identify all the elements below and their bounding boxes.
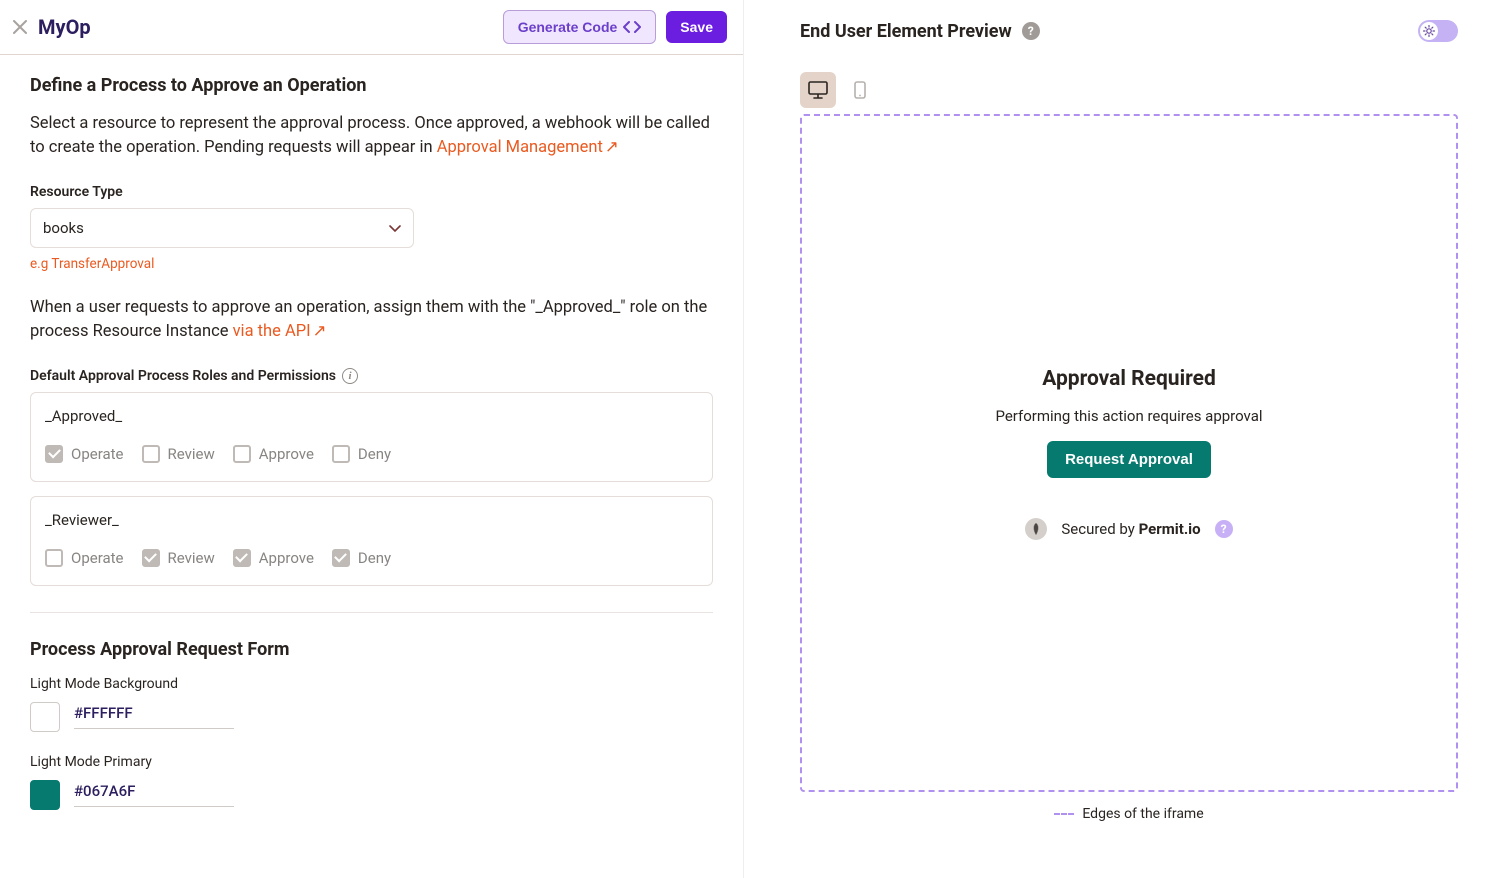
perm-approve[interactable]: Approve [233,445,314,463]
secured-by-row: Secured by Permit.io ? [1025,518,1232,540]
section-form-title: Process Approval Request Form [30,639,713,660]
monitor-icon [808,81,828,99]
resource-type-select[interactable]: books [30,208,414,248]
resource-type-helper: e.g TransferApproval [30,256,713,272]
perm-deny[interactable]: Deny [332,549,391,567]
sun-icon [1420,22,1438,40]
roles-label: Default Approval Process Roles and Permi… [30,368,713,384]
approval-title: Approval Required [1042,367,1216,391]
generate-code-label: Generate Code [518,19,618,35]
checkbox-icon [45,549,63,567]
checkbox-icon [332,549,350,567]
divider [30,612,713,613]
approval-subtitle: Performing this action requires approval [995,407,1262,425]
primary-swatch[interactable] [30,780,60,810]
perm-review[interactable]: Review [142,445,215,463]
close-icon[interactable] [10,17,30,37]
approval-management-link[interactable]: Approval Management ↗ [437,138,619,157]
info-icon[interactable]: i [342,368,358,384]
help-icon[interactable]: ? [1215,520,1233,538]
desktop-tab[interactable] [800,72,836,108]
save-button[interactable]: Save [666,11,727,43]
primary-value[interactable]: #067A6F [74,782,234,807]
perm-operate[interactable]: Operate [45,549,124,567]
mobile-icon [854,81,866,99]
checkbox-icon [233,445,251,463]
preview-iframe: Approval Required Performing this action… [800,114,1458,792]
dash-sample-icon [1054,813,1074,815]
via-api-link[interactable]: via the API ↗ [233,322,327,341]
page-title: MyOp [38,15,503,39]
perm-approve[interactable]: Approve [233,549,314,567]
code-icon [623,20,641,34]
chevron-down-icon [389,219,401,237]
role-box-approved: _Approved_ Operate Review Approve Deny [30,392,713,482]
perm-deny[interactable]: Deny [332,445,391,463]
resource-type-label: Resource Type [30,184,713,200]
intro-text: Select a resource to represent the appro… [30,112,713,160]
permit-brand: Permit.io [1139,520,1201,538]
bg-label: Light Mode Background [30,676,713,692]
resource-type-value: books [43,219,84,237]
checkbox-icon [233,549,251,567]
preview-title: End User Element Preview [800,21,1012,42]
bg-swatch[interactable] [30,702,60,732]
edges-legend: Edges of the iframe [800,806,1458,822]
checkbox-icon [332,445,350,463]
help-icon[interactable]: ? [1022,22,1040,40]
theme-toggle[interactable] [1418,20,1458,42]
mobile-tab[interactable] [842,72,878,108]
section-define-title: Define a Process to Approve an Operation [30,75,713,96]
perm-operate[interactable]: Operate [45,445,124,463]
bg-value[interactable]: #FFFFFF [74,704,234,729]
generate-code-button[interactable]: Generate Code [503,10,657,44]
primary-label: Light Mode Primary [30,754,713,770]
assign-text: When a user requests to approve an opera… [30,296,713,344]
permit-logo-icon [1025,518,1047,540]
checkbox-icon [142,445,160,463]
role-name: _Approved_ [45,407,698,425]
checkbox-icon [45,445,63,463]
role-name: _Reviewer_ [45,511,698,529]
checkbox-icon [142,549,160,567]
request-approval-button[interactable]: Request Approval [1047,441,1211,478]
role-box-reviewer: _Reviewer_ Operate Review Approve Deny [30,496,713,586]
perm-review[interactable]: Review [142,549,215,567]
